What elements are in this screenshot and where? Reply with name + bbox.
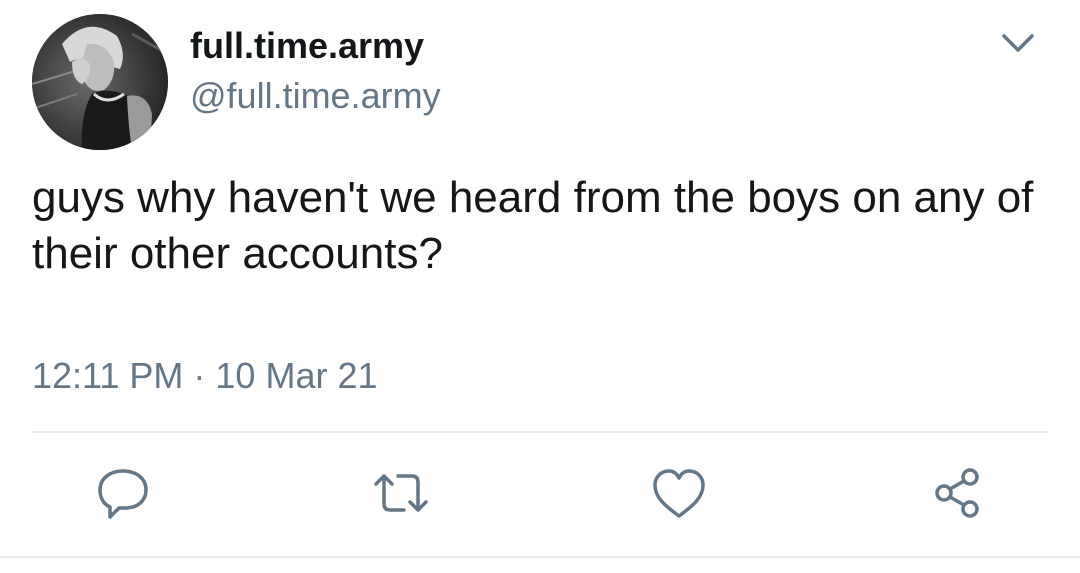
heart-icon [653, 469, 705, 518]
chevron-down-icon[interactable] [996, 26, 1040, 62]
tweet-card: full.time.army @full.time.army guys why … [0, 0, 1080, 573]
avatar-photo [32, 14, 168, 150]
display-name[interactable]: full.time.army [190, 24, 424, 68]
action-bar [0, 458, 1080, 528]
user-handle[interactable]: @full.time.army [190, 74, 441, 118]
avatar[interactable] [32, 14, 168, 150]
reply-button[interactable] [88, 458, 158, 528]
share-button[interactable] [922, 458, 992, 528]
divider [32, 431, 1048, 433]
reply-icon [98, 469, 148, 519]
retweet-button[interactable] [366, 458, 436, 528]
tweet-text: guys why haven't we heard from the boys … [32, 173, 1034, 278]
like-button[interactable] [644, 458, 714, 528]
bottom-border [0, 556, 1080, 558]
tweet-timestamp[interactable]: 12:11 PM · 10 Mar 21 [32, 354, 378, 398]
share-icon [935, 468, 979, 518]
retweet-icon [374, 474, 428, 512]
